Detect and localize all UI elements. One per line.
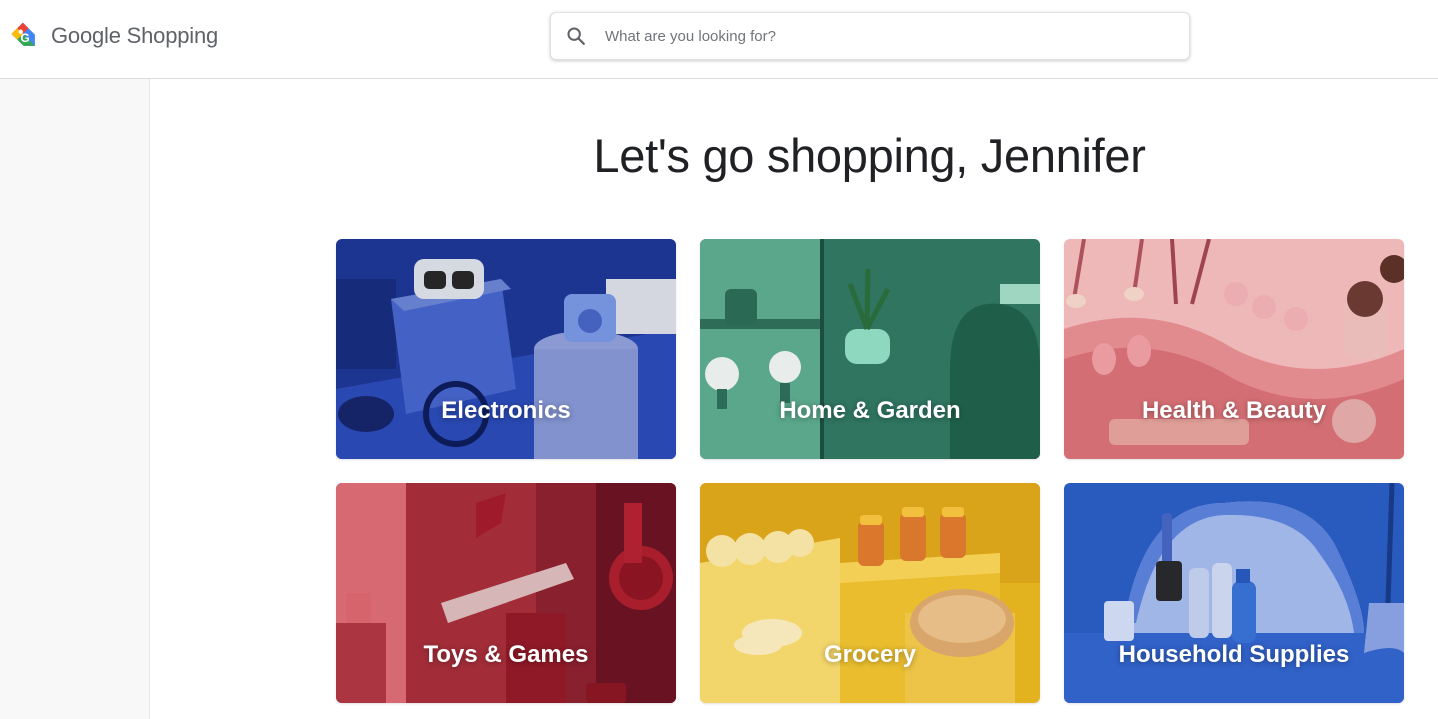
category-grid: Electronics Home & Garden Health & Beaut… [336, 239, 1404, 703]
google-shopping-logo[interactable]: G Google Shopping [8, 18, 218, 54]
category-card-toys-games[interactable]: Toys & Games [336, 483, 676, 703]
category-label: Home & Garden [779, 397, 961, 424]
search-input[interactable] [603, 13, 1189, 59]
category-card-home-garden[interactable]: Home & Garden [700, 239, 1040, 459]
electronics-image [336, 239, 676, 459]
household-supplies-image [1064, 483, 1404, 703]
svg-text:G: G [20, 31, 29, 45]
grocery-image [700, 483, 1040, 703]
greeting-title: Let's go shopping, Jennifer [593, 129, 1146, 182]
category-label: Toys & Games [423, 641, 589, 668]
category-label: Household Supplies [1118, 641, 1350, 668]
toys-games-image [336, 483, 676, 703]
category-card-health-beauty[interactable]: Health & Beauty [1064, 239, 1404, 459]
left-sidebar [0, 79, 150, 719]
logo-text: Google Shopping [51, 23, 218, 49]
category-card-household-supplies[interactable]: Household Supplies [1064, 483, 1404, 703]
category-label: Health & Beauty [1141, 397, 1327, 424]
search-icon[interactable] [565, 25, 587, 47]
search-box[interactable] [550, 12, 1190, 60]
category-label: Grocery [823, 641, 917, 668]
category-card-electronics[interactable]: Electronics [336, 239, 676, 459]
google-shopping-tag-icon: G [11, 22, 35, 46]
category-label: Electronics [441, 397, 571, 424]
logo-text-shopping: Shopping [126, 23, 219, 48]
top-bar: G Google Shopping [0, 0, 1438, 79]
logo-text-google: Google [51, 23, 121, 48]
health-beauty-image [1064, 239, 1404, 459]
home-garden-image [700, 239, 1040, 459]
category-card-grocery[interactable]: Grocery [700, 483, 1040, 703]
